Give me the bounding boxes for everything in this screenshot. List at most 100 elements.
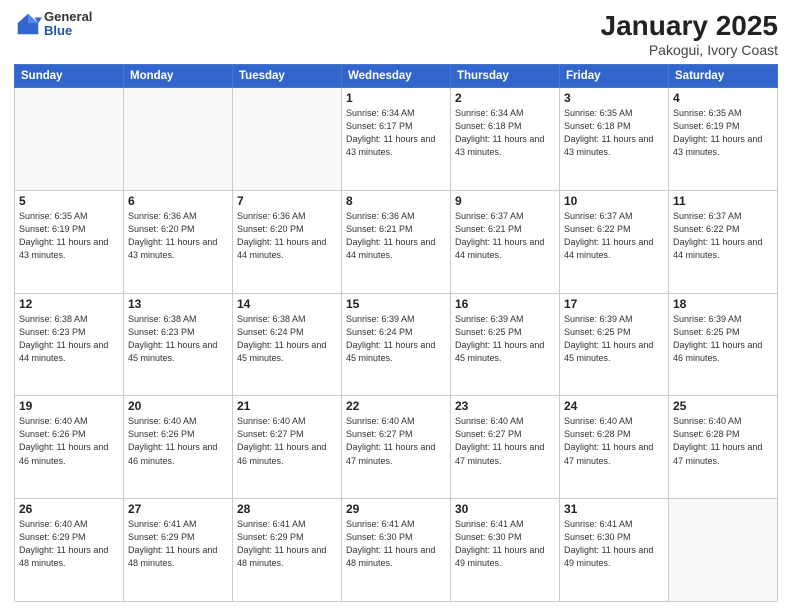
- day-info: Sunrise: 6:34 AM Sunset: 6:18 PM Dayligh…: [455, 107, 555, 159]
- day-number: 6: [128, 194, 228, 208]
- calendar-cell: 17Sunrise: 6:39 AM Sunset: 6:25 PM Dayli…: [560, 293, 669, 396]
- day-number: 20: [128, 399, 228, 413]
- day-info: Sunrise: 6:36 AM Sunset: 6:20 PM Dayligh…: [128, 210, 228, 262]
- day-number: 5: [19, 194, 119, 208]
- col-monday: Monday: [124, 65, 233, 88]
- day-number: 8: [346, 194, 446, 208]
- day-number: 15: [346, 297, 446, 311]
- day-info: Sunrise: 6:38 AM Sunset: 6:23 PM Dayligh…: [19, 313, 119, 365]
- day-info: Sunrise: 6:38 AM Sunset: 6:24 PM Dayligh…: [237, 313, 337, 365]
- calendar-cell: 26 Sunrise: 6:40 AM Sunset: 6:29 PM Dayli…: [15, 499, 124, 602]
- day-info: Sunrise: 6:39 AM Sunset: 6:25 PM Dayligh…: [673, 313, 773, 365]
- calendar-cell: 9 Sunrise: 6:37 AM Sunset: 6:21 PM Daylig…: [451, 190, 560, 293]
- page: General Blue January 2025 Pakogui, Ivory…: [0, 0, 792, 612]
- calendar-week-3: 12Sunrise: 6:38 AM Sunset: 6:23 PM Dayli…: [15, 293, 778, 396]
- calendar-cell: 21 Sunrise: 6:40 AM Sunset: 6:27 PM Dayli…: [233, 396, 342, 499]
- day-number: 4: [673, 91, 773, 105]
- calendar-cell: [15, 88, 124, 191]
- col-thursday: Thursday: [451, 65, 560, 88]
- day-info: Sunrise: 6:39 AM Sunset: 6:25 PM Dayligh…: [564, 313, 664, 365]
- calendar-cell: 28 Sunrise: 6:41 AM Sunset: 6:29 PM Dayli…: [233, 499, 342, 602]
- day-number: 21: [237, 399, 337, 413]
- day-number: 22: [346, 399, 446, 413]
- day-info: Sunrise: 6:41 AM Sunset: 6:30 PM Dayligh…: [455, 518, 555, 570]
- day-number: 9: [455, 194, 555, 208]
- calendar-cell: 31Sunrise: 6:41 AM Sunset: 6:30 PM Dayli…: [560, 499, 669, 602]
- day-info: Sunrise: 6:41 AM Sunset: 6:29 PM Dayligh…: [237, 518, 337, 570]
- calendar-cell: 12Sunrise: 6:38 AM Sunset: 6:23 PM Dayli…: [15, 293, 124, 396]
- day-number: 13: [128, 297, 228, 311]
- calendar-header-row: Sunday Monday Tuesday Wednesday Thursday…: [15, 65, 778, 88]
- day-info: Sunrise: 6:35 AM Sunset: 6:19 PM Dayligh…: [19, 210, 119, 262]
- calendar-cell: 8Sunrise: 6:36 AM Sunset: 6:21 PM Daylig…: [342, 190, 451, 293]
- calendar-week-4: 19 Sunrise: 6:40 AM Sunset: 6:26 PM Dayli…: [15, 396, 778, 499]
- calendar-title: January 2025: [601, 10, 778, 42]
- day-number: 2: [455, 91, 555, 105]
- day-number: 10: [564, 194, 664, 208]
- day-number: 23: [455, 399, 555, 413]
- day-info: Sunrise: 6:41 AM Sunset: 6:29 PM Dayligh…: [128, 518, 228, 570]
- calendar-cell: 14 Sunrise: 6:38 AM Sunset: 6:24 PM Dayli…: [233, 293, 342, 396]
- day-number: 26: [19, 502, 119, 516]
- calendar-cell: 30 Sunrise: 6:41 AM Sunset: 6:30 PM Dayli…: [451, 499, 560, 602]
- calendar-cell: 24Sunrise: 6:40 AM Sunset: 6:28 PM Dayli…: [560, 396, 669, 499]
- col-wednesday: Wednesday: [342, 65, 451, 88]
- day-number: 30: [455, 502, 555, 516]
- day-info: Sunrise: 6:36 AM Sunset: 6:20 PM Dayligh…: [237, 210, 337, 262]
- day-info: Sunrise: 6:37 AM Sunset: 6:21 PM Dayligh…: [455, 210, 555, 262]
- day-number: 1: [346, 91, 446, 105]
- calendar-cell: 2 Sunrise: 6:34 AM Sunset: 6:18 PM Daylig…: [451, 88, 560, 191]
- day-info: Sunrise: 6:40 AM Sunset: 6:27 PM Dayligh…: [237, 415, 337, 467]
- calendar-table: Sunday Monday Tuesday Wednesday Thursday…: [14, 64, 778, 602]
- day-number: 28: [237, 502, 337, 516]
- day-number: 19: [19, 399, 119, 413]
- day-number: 3: [564, 91, 664, 105]
- logo-blue: Blue: [44, 24, 92, 38]
- day-number: 14: [237, 297, 337, 311]
- day-number: 18: [673, 297, 773, 311]
- calendar-cell: [233, 88, 342, 191]
- day-info: Sunrise: 6:41 AM Sunset: 6:30 PM Dayligh…: [346, 518, 446, 570]
- calendar-cell: 20Sunrise: 6:40 AM Sunset: 6:26 PM Dayli…: [124, 396, 233, 499]
- calendar-cell: [124, 88, 233, 191]
- day-info: Sunrise: 6:40 AM Sunset: 6:26 PM Dayligh…: [19, 415, 119, 467]
- calendar-cell: 22Sunrise: 6:40 AM Sunset: 6:27 PM Dayli…: [342, 396, 451, 499]
- day-number: 16: [455, 297, 555, 311]
- col-saturday: Saturday: [669, 65, 778, 88]
- logo: General Blue: [14, 10, 92, 39]
- day-info: Sunrise: 6:40 AM Sunset: 6:28 PM Dayligh…: [673, 415, 773, 467]
- day-info: Sunrise: 6:39 AM Sunset: 6:25 PM Dayligh…: [455, 313, 555, 365]
- day-info: Sunrise: 6:41 AM Sunset: 6:30 PM Dayligh…: [564, 518, 664, 570]
- calendar-subtitle: Pakogui, Ivory Coast: [601, 42, 778, 58]
- day-number: 29: [346, 502, 446, 516]
- day-number: 24: [564, 399, 664, 413]
- day-info: Sunrise: 6:35 AM Sunset: 6:18 PM Dayligh…: [564, 107, 664, 159]
- col-tuesday: Tuesday: [233, 65, 342, 88]
- calendar-cell: [669, 499, 778, 602]
- calendar-cell: 16 Sunrise: 6:39 AM Sunset: 6:25 PM Dayli…: [451, 293, 560, 396]
- calendar-cell: 3 Sunrise: 6:35 AM Sunset: 6:18 PM Daylig…: [560, 88, 669, 191]
- day-info: Sunrise: 6:39 AM Sunset: 6:24 PM Dayligh…: [346, 313, 446, 365]
- calendar-cell: 15 Sunrise: 6:39 AM Sunset: 6:24 PM Dayli…: [342, 293, 451, 396]
- calendar-cell: 29 Sunrise: 6:41 AM Sunset: 6:30 PM Dayli…: [342, 499, 451, 602]
- day-number: 25: [673, 399, 773, 413]
- calendar-week-1: 1Sunrise: 6:34 AM Sunset: 6:17 PM Daylig…: [15, 88, 778, 191]
- day-info: Sunrise: 6:37 AM Sunset: 6:22 PM Dayligh…: [673, 210, 773, 262]
- calendar-cell: 23 Sunrise: 6:40 AM Sunset: 6:27 PM Dayli…: [451, 396, 560, 499]
- header: General Blue January 2025 Pakogui, Ivory…: [14, 10, 778, 58]
- calendar-cell: 5 Sunrise: 6:35 AM Sunset: 6:19 PM Daylig…: [15, 190, 124, 293]
- day-info: Sunrise: 6:40 AM Sunset: 6:29 PM Dayligh…: [19, 518, 119, 570]
- day-info: Sunrise: 6:40 AM Sunset: 6:27 PM Dayligh…: [455, 415, 555, 467]
- day-info: Sunrise: 6:38 AM Sunset: 6:23 PM Dayligh…: [128, 313, 228, 365]
- calendar-cell: 19 Sunrise: 6:40 AM Sunset: 6:26 PM Dayli…: [15, 396, 124, 499]
- calendar-cell: 11Sunrise: 6:37 AM Sunset: 6:22 PM Dayli…: [669, 190, 778, 293]
- logo-icon: [14, 10, 42, 38]
- calendar-cell: 6 Sunrise: 6:36 AM Sunset: 6:20 PM Daylig…: [124, 190, 233, 293]
- col-friday: Friday: [560, 65, 669, 88]
- calendar-cell: 27Sunrise: 6:41 AM Sunset: 6:29 PM Dayli…: [124, 499, 233, 602]
- calendar-cell: 1Sunrise: 6:34 AM Sunset: 6:17 PM Daylig…: [342, 88, 451, 191]
- calendar-week-2: 5 Sunrise: 6:35 AM Sunset: 6:19 PM Daylig…: [15, 190, 778, 293]
- logo-text: General Blue: [44, 10, 92, 39]
- calendar-cell: 25 Sunrise: 6:40 AM Sunset: 6:28 PM Dayli…: [669, 396, 778, 499]
- title-block: January 2025 Pakogui, Ivory Coast: [601, 10, 778, 58]
